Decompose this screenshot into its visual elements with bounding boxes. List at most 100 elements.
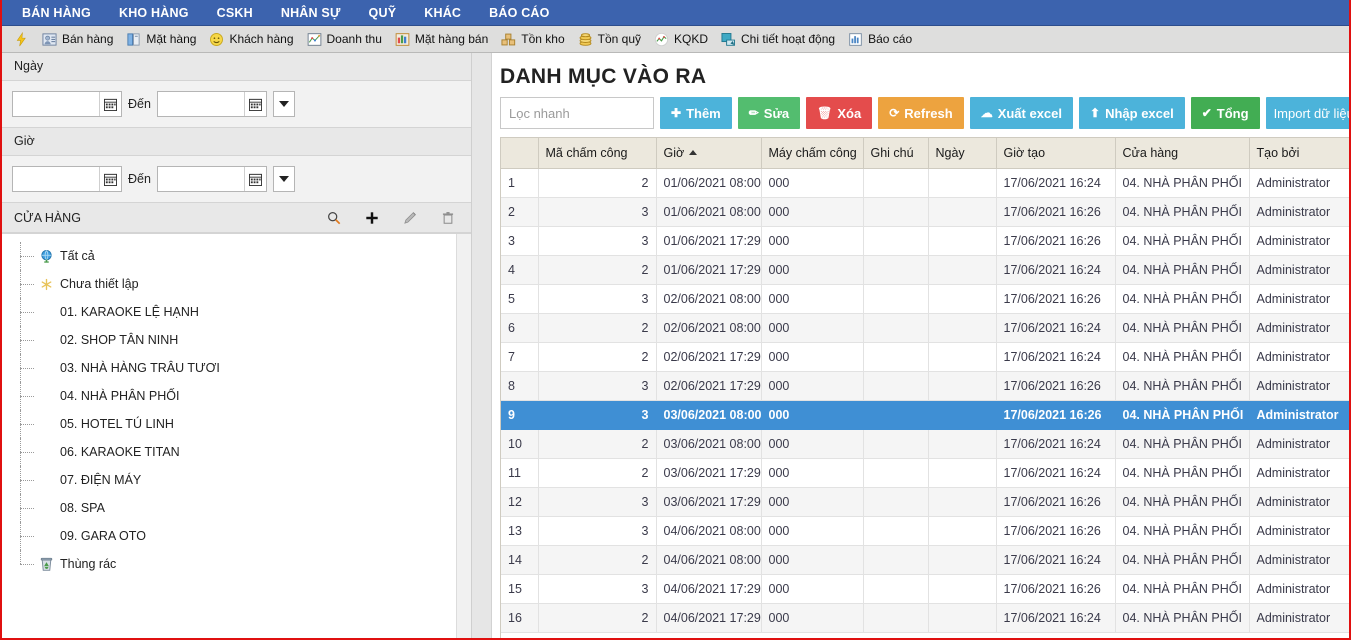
column-header-taoboi[interactable]: Tạo bởi: [1249, 138, 1349, 169]
tree-item[interactable]: Thùng rác: [14, 550, 456, 578]
cell-ngay: [928, 342, 997, 372]
calendar-icon[interactable]: [99, 167, 121, 191]
table-row[interactable]: 15 3 04/06/2021 17:29 000 17/06/2021 16:26 04…: [501, 574, 1349, 604]
toolbar-ban-hang[interactable]: Bán hàng: [38, 30, 122, 49]
edit-button[interactable]: ✏ Sửa: [737, 97, 801, 129]
cell-idx: 16: [501, 603, 539, 633]
table-row[interactable]: 9 3 03/06/2021 08:00 000 17/06/2021 16:26 04.…: [501, 400, 1349, 430]
table-row[interactable]: 13 3 04/06/2021 08:00 000 17/06/2021 16:26 04…: [501, 516, 1349, 546]
menu-cskh[interactable]: CSKH: [203, 2, 267, 24]
table-row[interactable]: 1 2 01/06/2021 08:00 000 17/06/2021 16:24 04.…: [501, 168, 1349, 198]
tree-node-icon: [38, 528, 54, 544]
tree-item-label: 04. NHÀ PHÂN PHỐI: [60, 389, 180, 403]
tree-item[interactable]: 04. NHÀ PHÂN PHỐI: [14, 382, 456, 410]
toolbar-ton-quy[interactable]: Tồn quỹ: [574, 30, 650, 49]
column-header-giotao[interactable]: Giờ tạo: [996, 138, 1116, 169]
tree-item[interactable]: 08. SPA: [14, 494, 456, 522]
menu-nhan-su[interactable]: NHÂN SỰ: [267, 2, 355, 24]
toolbar-khach-hang[interactable]: Khách hàng: [205, 30, 302, 49]
toolbar-chi-tiet-hoat-dong[interactable]: Chi tiết hoạt động: [717, 30, 844, 49]
time-preset-dropdown-button[interactable]: [272, 166, 295, 192]
menu-bao-cao[interactable]: BÁO CÁO: [475, 2, 563, 24]
sales-person-icon: [42, 32, 57, 47]
tree-item[interactable]: 06. KARAOKE TITAN: [14, 438, 456, 466]
column-header-label: Ghi chú: [870, 145, 914, 160]
table-row[interactable]: 5 3 02/06/2021 08:00 000 17/06/2021 16:26 04.…: [501, 284, 1349, 314]
menu-khac[interactable]: KHÁC: [410, 2, 475, 24]
time-to-input[interactable]: [157, 167, 244, 191]
cell-cuahang: 04. NHÀ PHÂN PHỐI: [1115, 603, 1250, 633]
delete-icon[interactable]: [439, 209, 457, 227]
add-button[interactable]: ✚ Thêm: [660, 97, 732, 129]
column-header-gio[interactable]: Giờ: [656, 138, 762, 169]
column-header-ghichu[interactable]: Ghi chú: [863, 138, 929, 169]
tree-item[interactable]: Tất cả: [14, 242, 456, 270]
date-to-box[interactable]: [156, 91, 267, 117]
time-to-box[interactable]: [156, 166, 267, 192]
revenue-chart-icon: [307, 32, 322, 47]
data-grid-container[interactable]: Mã chấm công Giờ Máy chấm công Ghi chú Ngày G…: [500, 137, 1349, 638]
refresh-button-label: Refresh: [904, 105, 953, 121]
table-row[interactable]: 3 3 01/06/2021 17:29 000 17/06/2021 16:26 04.…: [501, 226, 1349, 256]
table-row[interactable]: 7 2 02/06/2021 17:29 000 17/06/2021 16:24 04.…: [501, 342, 1349, 372]
table-row[interactable]: 10 2 03/06/2021 08:00 000 17/06/2021 16:24 04…: [501, 429, 1349, 459]
toolbar-mat-hang-ban[interactable]: Mặt hàng bán: [391, 30, 497, 49]
toolbar-mat-hang[interactable]: Mặt hàng: [122, 30, 205, 49]
calendar-icon[interactable]: [99, 92, 121, 116]
table-row[interactable]: 4 2 01/06/2021 17:29 000 17/06/2021 16:24 04.…: [501, 255, 1349, 285]
date-to-input[interactable]: [157, 92, 244, 116]
quick-filter-input[interactable]: [500, 97, 654, 129]
tree-item[interactable]: Chưa thiết lập: [14, 270, 456, 298]
cell-idx: 1: [501, 168, 539, 198]
pane-splitter[interactable]: [472, 53, 492, 638]
cell-gio: 01/06/2021 08:00: [656, 168, 762, 198]
menu-quy[interactable]: QUỸ: [355, 2, 411, 24]
refresh-button[interactable]: ⟳ Refresh: [878, 97, 964, 129]
delete-button[interactable]: 🗑 Xóa: [806, 97, 873, 129]
table-row[interactable]: 6 2 02/06/2021 08:00 000 17/06/2021 16:24 04.…: [501, 313, 1349, 343]
search-icon[interactable]: [325, 209, 343, 227]
edit-icon[interactable]: [401, 209, 419, 227]
export-excel-button[interactable]: ☁ Xuất excel: [969, 97, 1074, 129]
toolbar-kqkd[interactable]: KQKD: [650, 30, 717, 49]
toolbar-lightning[interactable]: [10, 30, 38, 49]
cell-ma: 2: [538, 458, 657, 488]
tree-item[interactable]: 03. NHÀ HÀNG TRÂU TƯƠI: [14, 354, 456, 382]
table-row[interactable]: 11 2 03/06/2021 17:29 000 17/06/2021 16:24 04…: [501, 458, 1349, 488]
import-excel-button[interactable]: ⬆ Nhập excel: [1079, 97, 1185, 129]
add-icon[interactable]: [363, 209, 381, 227]
menu-kho-hang[interactable]: KHO HÀNG: [105, 2, 203, 24]
calendar-icon[interactable]: [243, 92, 266, 116]
time-from-box[interactable]: [12, 166, 122, 192]
toolbar-bao-cao[interactable]: Báo cáo: [844, 30, 921, 49]
column-header-ma[interactable]: Mã chấm công: [538, 138, 657, 169]
tree-item[interactable]: 01. KARAOKE LỆ HẠNH: [14, 298, 456, 326]
toolbar-doanh-thu[interactable]: Doanh thu: [303, 30, 391, 49]
time-from-input[interactable]: [13, 167, 99, 191]
date-from-box[interactable]: [12, 91, 122, 117]
tree-item[interactable]: 09. GARA OTO: [14, 522, 456, 550]
tree-scrollbar[interactable]: [456, 234, 471, 638]
table-row[interactable]: 12 3 03/06/2021 17:29 000 17/06/2021 16:26 04…: [501, 487, 1349, 517]
date-preset-dropdown-button[interactable]: [272, 91, 295, 117]
import-data-button[interactable]: Import dữ liệu vào ra: [1265, 97, 1349, 129]
toolbar-ton-kho[interactable]: Tồn kho: [497, 30, 573, 49]
table-row[interactable]: 16 2 04/06/2021 17:29 000 17/06/2021 16:24 04…: [501, 603, 1349, 633]
column-header-may[interactable]: Máy chấm công: [761, 138, 864, 169]
column-header-cuahang[interactable]: Cửa hàng: [1115, 138, 1250, 169]
total-button[interactable]: ✔ Tổng: [1190, 97, 1260, 129]
tree-item[interactable]: 05. HOTEL TÚ LINH: [14, 410, 456, 438]
table-row[interactable]: 2 3 01/06/2021 08:00 000 17/06/2021 16:26 04.…: [501, 197, 1349, 227]
menu-ban-hang[interactable]: BÁN HÀNG: [8, 2, 105, 24]
column-header-idx[interactable]: [501, 138, 539, 169]
calendar-icon[interactable]: [243, 167, 266, 191]
cell-may: 000: [761, 197, 864, 227]
tree-item[interactable]: 02. SHOP TÂN NINH: [14, 326, 456, 354]
cell-taoboi: Administrator: [1249, 545, 1349, 575]
column-header-ngay[interactable]: Ngày: [928, 138, 997, 169]
tree-item[interactable]: 07. ĐIỆN MÁY: [14, 466, 456, 494]
table-row[interactable]: 14 2 04/06/2021 08:00 000 17/06/2021 16:24 04…: [501, 545, 1349, 575]
cell-ghichu: [863, 313, 929, 343]
table-row[interactable]: 8 3 02/06/2021 17:29 000 17/06/2021 16:26 04.…: [501, 371, 1349, 401]
date-from-input[interactable]: [13, 92, 99, 116]
